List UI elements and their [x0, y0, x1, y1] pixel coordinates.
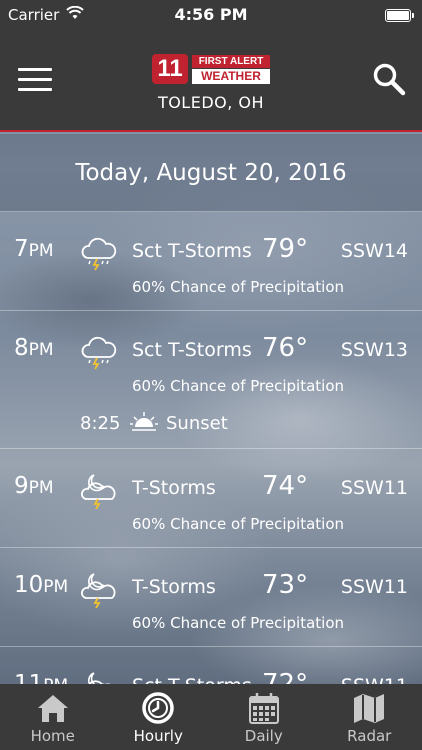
temperature: 76°: [262, 333, 309, 363]
hour-row[interactable]: 10PM T-Storms 73° SSW11 60% Chance of Pr…: [0, 548, 422, 647]
tab-hourly-label: Hourly: [133, 727, 183, 745]
wind-label: SSW11: [340, 477, 408, 499]
scattered-thunderstorms-icon: [80, 333, 118, 371]
hourly-forecast-list[interactable]: 7PM Sct T-Storms 79° SSW14 60% Chance of…: [0, 212, 422, 746]
precip-chance: 60% Chance of Precipitation: [132, 377, 345, 395]
wind-label: SSW13: [340, 339, 408, 361]
wind-label: SSW14: [340, 240, 408, 262]
hour-time: 8PM: [14, 335, 54, 361]
status-bar: Carrier 4:56 PM: [0, 0, 422, 30]
precip-chance: 60% Chance of Precipitation: [132, 614, 345, 632]
logo-channel-number: 11: [152, 54, 188, 84]
tab-home-label: Home: [30, 727, 75, 745]
tab-hourly[interactable]: Hourly: [106, 684, 212, 750]
night-thunderstorms-icon: [80, 570, 118, 609]
logo-first-alert: FIRST ALERT: [192, 55, 270, 68]
tab-daily-label: Daily: [244, 727, 283, 745]
condition-label: Sct T-Storms: [132, 240, 252, 262]
tab-home[interactable]: Home: [0, 684, 106, 750]
clock-icon: [141, 691, 175, 725]
hour-time: 7PM: [14, 236, 54, 262]
hour-row[interactable]: 8PM Sct T-Storms 76° SSW13 60% Chance of…: [0, 311, 422, 449]
map-icon: [352, 691, 386, 725]
tab-radar-label: Radar: [347, 727, 392, 745]
sunset-icon: [130, 410, 158, 436]
hour-time: 10PM: [14, 572, 69, 598]
bottom-tab-bar: Home Hourly Daily Radar: [0, 684, 422, 750]
logo-weather: WEATHER: [192, 69, 270, 84]
scattered-thunderstorms-icon: [80, 234, 118, 272]
sunset-label: Sunset: [166, 413, 228, 434]
hour-row[interactable]: 9PM T-Storms 74° SSW11 60% Chance of Pre…: [0, 449, 422, 548]
search-icon[interactable]: [372, 62, 406, 96]
home-icon: [36, 691, 70, 725]
temperature: 79°: [262, 234, 309, 264]
condition-label: T-Storms: [132, 576, 216, 598]
location-label: TOLEDO, OH: [157, 93, 265, 112]
app-header: Carrier 4:56 PM 11 FIRST ALERT WEATHER T…: [0, 0, 422, 132]
tab-radar[interactable]: Radar: [317, 684, 422, 750]
condition-label: T-Storms: [132, 477, 216, 499]
calendar-icon: [247, 691, 281, 725]
tab-daily[interactable]: Daily: [211, 684, 317, 750]
temperature: 74°: [262, 471, 309, 501]
date-heading: Today, August 20, 2016: [0, 134, 422, 212]
precip-chance: 60% Chance of Precipitation: [132, 515, 345, 533]
sunset-row: 8:25 Sunset: [80, 412, 228, 434]
hour-row[interactable]: 7PM Sct T-Storms 79° SSW14 60% Chance of…: [0, 212, 422, 311]
battery-icon: [385, 9, 414, 22]
sunset-time: 8:25: [80, 413, 121, 434]
hamburger-menu-icon[interactable]: [18, 68, 52, 92]
condition-label: Sct T-Storms: [132, 339, 252, 361]
temperature: 73°: [262, 570, 309, 600]
precip-chance: 60% Chance of Precipitation: [132, 278, 345, 296]
status-time: 4:56 PM: [174, 5, 248, 24]
station-logo: 11 FIRST ALERT WEATHER: [152, 54, 272, 86]
night-thunderstorms-icon: [80, 471, 118, 510]
wind-label: SSW11: [340, 576, 408, 598]
hour-time: 9PM: [14, 473, 54, 499]
